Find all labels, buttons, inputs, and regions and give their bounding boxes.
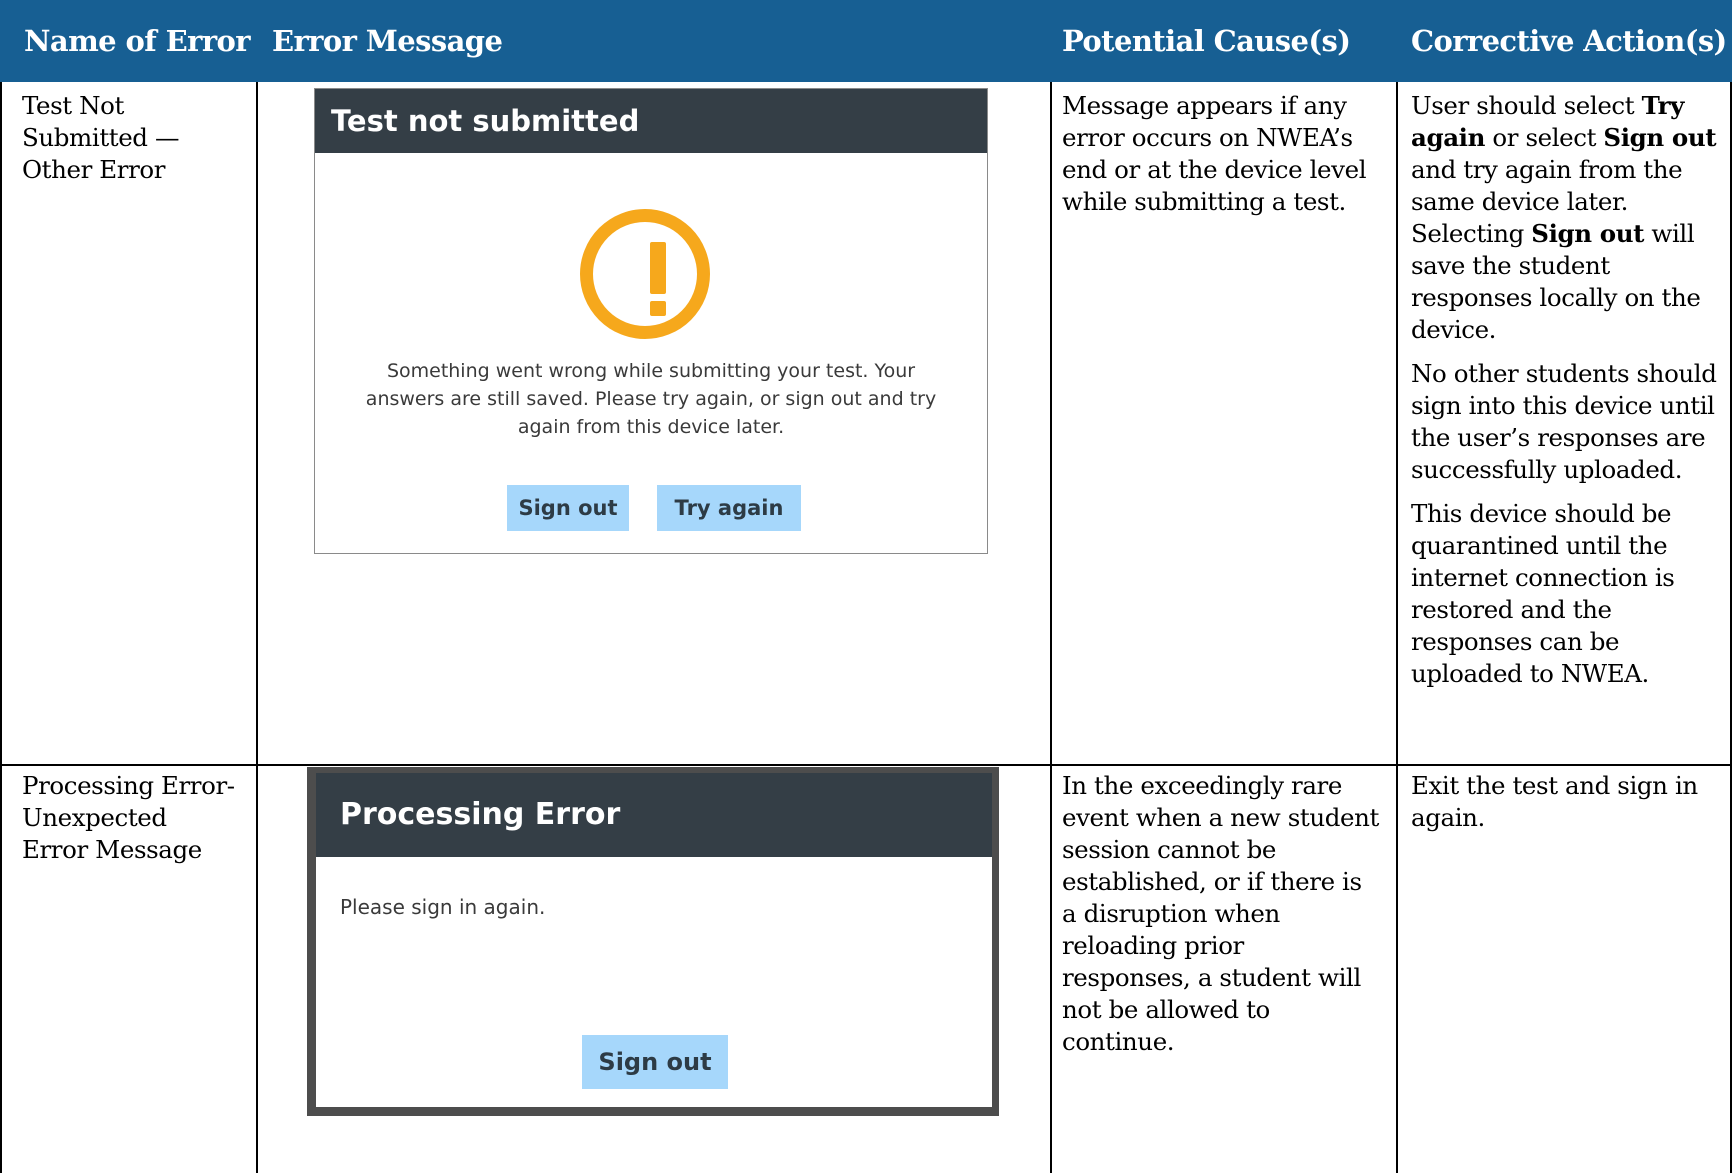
header-potential-causes: Potential Cause(s) — [1062, 24, 1351, 58]
sign-out-button[interactable]: Sign out — [582, 1035, 728, 1089]
cause-line: while submitting a test. — [1062, 187, 1346, 216]
sign-out-button[interactable]: Sign out — [507, 485, 629, 531]
table-header: Name of Error Error Message Potential Ca… — [0, 0, 1732, 82]
action-paragraph: No other students should sign into this … — [1411, 359, 1717, 484]
row2-potential-cause: In the exceedingly rare event when a new… — [1062, 770, 1392, 1058]
warning-dot — [650, 301, 666, 316]
row-divider — [0, 764, 1732, 766]
row2-error-name: Processing Error- Unexpected Error Messa… — [22, 770, 252, 866]
cause-line: a disruption when — [1062, 899, 1280, 928]
error-table: Name of Error Error Message Potential Ca… — [0, 0, 1732, 1173]
test-not-submitted-dialog: Test not submitted Something went wrong … — [314, 88, 988, 554]
action-text: User should select — [1411, 91, 1642, 120]
error-name-line: Submitted — — [22, 123, 180, 152]
warning-bar — [650, 242, 666, 294]
cause-line: In the exceedingly rare — [1062, 771, 1342, 800]
cause-line: established, or if there is — [1062, 867, 1362, 896]
action-bold: Sign out — [1603, 123, 1717, 152]
processing-error-dialog: Processing Error Please sign in again. S… — [316, 773, 992, 1107]
cause-line: end or at the device level — [1062, 155, 1367, 184]
cause-line: Message appears if any — [1062, 91, 1347, 120]
cause-line: responses, a student will — [1062, 963, 1361, 992]
row1-corrective-action: User should select Try again or select S… — [1411, 90, 1721, 702]
cause-line: continue. — [1062, 1027, 1175, 1056]
dialog-title: Test not submitted — [315, 89, 987, 153]
action-line: Exit the test and sign in — [1411, 771, 1698, 800]
dialog-message: Something went wrong while submitting yo… — [335, 357, 967, 441]
cause-line: reloading prior — [1062, 931, 1244, 960]
action-paragraph: This device should be quarantined until … — [1411, 499, 1675, 688]
row1-error-name: Test Not Submitted — Other Error — [22, 90, 252, 186]
action-paragraph: User should select Try again or select S… — [1411, 90, 1721, 346]
row2-corrective-action: Exit the test and sign in again. — [1411, 770, 1721, 834]
header-error-message: Error Message — [272, 24, 503, 58]
error-name-line: Error Message — [22, 835, 202, 864]
warning-circle-icon — [580, 209, 710, 339]
action-line: again. — [1411, 803, 1485, 832]
action-text: or select — [1485, 123, 1604, 152]
cause-line: event when a new student — [1062, 803, 1379, 832]
try-again-button[interactable]: Try again — [657, 485, 801, 531]
column-divider — [1050, 82, 1052, 1173]
dialog-message-line: again from this device later. — [517, 416, 785, 438]
dialog-message-line: answers are still saved. Please try agai… — [365, 388, 937, 410]
table-border-left — [0, 82, 2, 1173]
dialog-title: Processing Error — [316, 773, 992, 857]
header-name-of-error: Name of Error — [24, 24, 251, 58]
column-divider — [1396, 82, 1398, 1173]
header-corrective-actions: Corrective Action(s) — [1411, 24, 1727, 58]
column-divider — [256, 82, 258, 1173]
error-name-line: Unexpected — [22, 803, 167, 832]
cause-line: not be allowed to — [1062, 995, 1270, 1024]
error-name-line: Processing Error- — [22, 771, 235, 800]
error-name-line: Other Error — [22, 155, 166, 184]
dialog-message-line: Something went wrong while submitting yo… — [386, 360, 916, 382]
cause-line: error occurs on NWEA’s — [1062, 123, 1353, 152]
cause-line: session cannot be — [1062, 835, 1277, 864]
row1-potential-cause: Message appears if any error occurs on N… — [1062, 90, 1392, 218]
dialog-message: Please sign in again. — [340, 895, 546, 919]
error-name-line: Test Not — [22, 91, 124, 120]
action-bold: Sign out — [1531, 219, 1645, 248]
